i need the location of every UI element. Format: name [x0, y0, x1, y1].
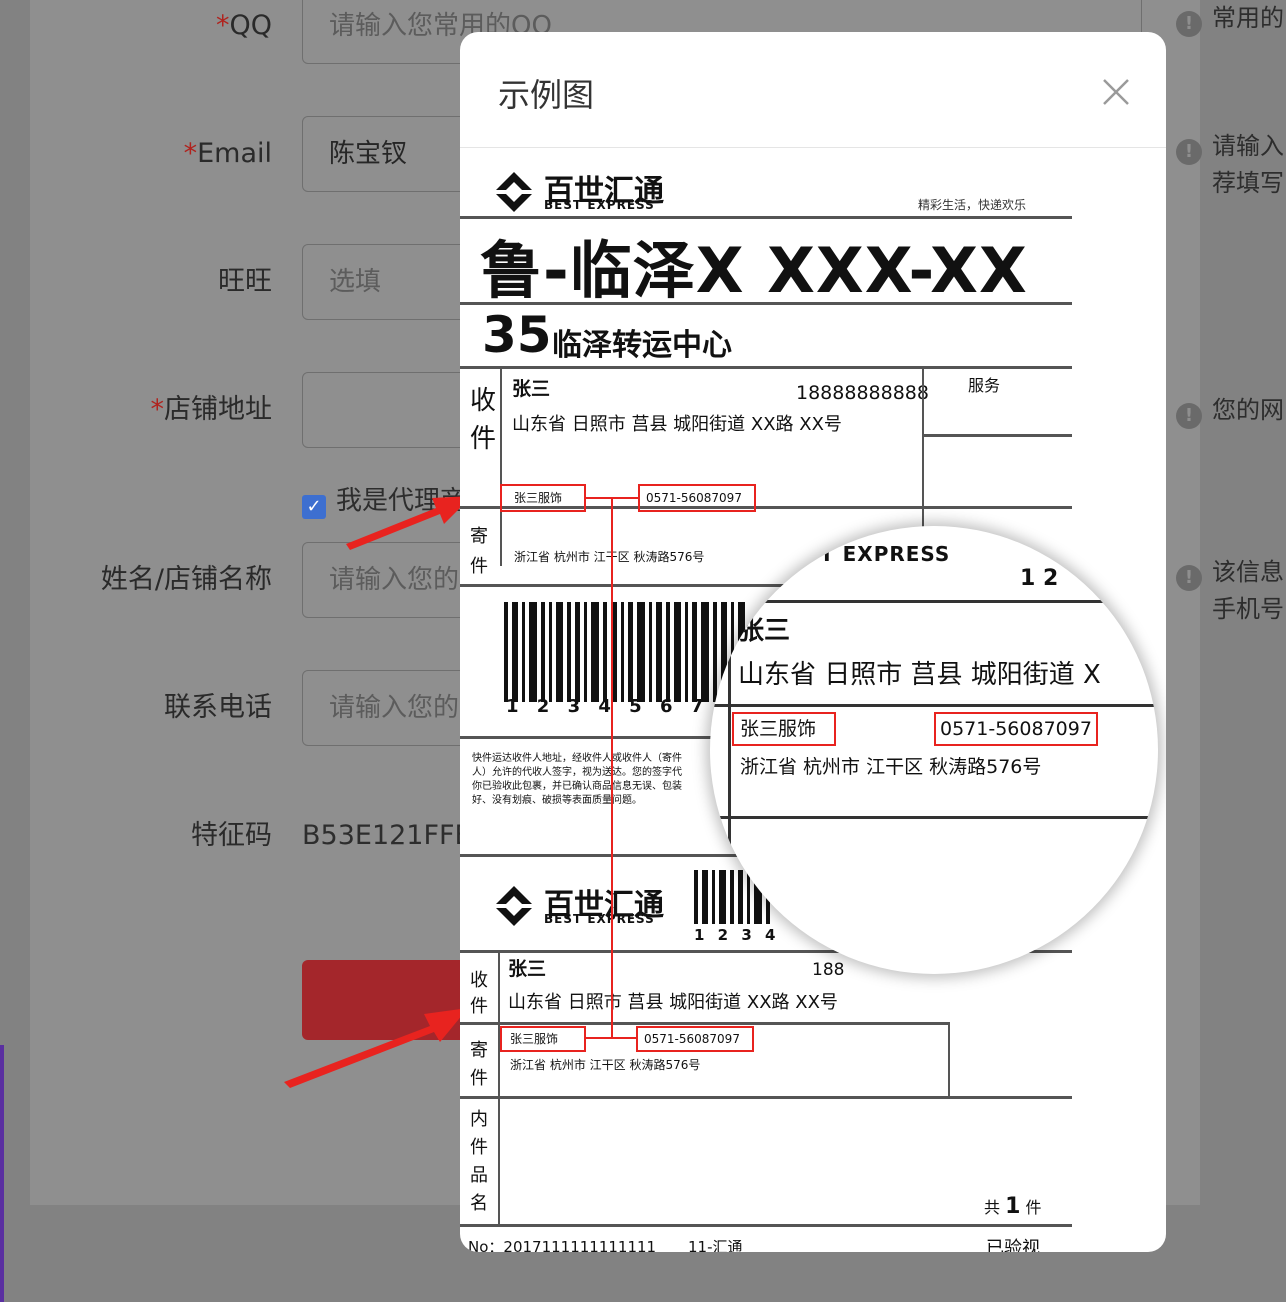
sender-address: 浙江省 杭州市 江干区 秋涛路576号: [510, 1058, 701, 1072]
route-short: 11-汇通: [688, 1238, 743, 1252]
recipient-phone-partial: 188: [812, 960, 845, 980]
slogan: 精彩生活，快递欢乐: [918, 198, 1027, 212]
email-label: *Email: [183, 138, 272, 169]
zoom-header: T EXPRESS: [820, 542, 951, 566]
info-icon: !: [1176, 403, 1202, 429]
zoom-digits: 1 2: [1020, 566, 1059, 591]
name-hint: ! 该信息 手机号: [1176, 554, 1286, 627]
connector-lines: [586, 497, 638, 1039]
store-address-label: *店铺地址: [150, 394, 273, 425]
agent-checkbox-label: 我是代理商: [336, 486, 467, 516]
phone-label: 联系电话: [164, 692, 272, 723]
modal-header: 示例图: [460, 32, 1166, 148]
info-icon: !: [1176, 11, 1202, 37]
service-label: 服务: [968, 376, 1001, 395]
waybill-sample: 百世汇通 BEST EXPRESS 精彩生活，快递欢乐 鲁-临泽X XXX-XX…: [460, 148, 1166, 1252]
info-icon: !: [1176, 139, 1202, 165]
recipient-phone: 18888888888: [796, 382, 929, 404]
agent-checkbox-row[interactable]: ✓ 我是代理商: [302, 480, 467, 519]
inspected-label: 已验视: [986, 1238, 1040, 1252]
magnifier-zoom: T EXPRESS 1 2 张三 山东省 日照市 莒县 城阳街道 X 张三服饰 …: [710, 526, 1158, 974]
zoom-recipient-address: 山东省 日照市 莒县 城阳街道 X: [738, 660, 1101, 690]
checkbox-checked-icon[interactable]: ✓: [302, 495, 326, 519]
wangwang-label: 旺旺: [218, 266, 272, 297]
item-count: 共 1 件: [984, 1194, 1042, 1219]
close-icon[interactable]: [1100, 76, 1132, 108]
feature-code-value: B53E121FFE: [302, 820, 472, 851]
feature-code-label: 特征码: [191, 820, 272, 851]
name-label: 姓名/店铺名称: [100, 564, 272, 595]
serial-number: No：2017111111111111: [468, 1238, 657, 1252]
sidebar-edge: [0, 1045, 4, 1302]
zoom-sender-name-highlight: 张三服饰: [732, 712, 836, 746]
zoom-recipient-name: 张三: [738, 616, 791, 646]
modal-title: 示例图: [498, 76, 595, 114]
info-icon: !: [1176, 565, 1202, 591]
email-hint: ! 请输入 荐填写: [1176, 128, 1286, 201]
send-label: 件: [470, 1068, 488, 1089]
qq-hint: ! 常用的: [1176, 0, 1286, 37]
example-modal: 示例图 百世汇通 BEST EXPRESS 精彩生活，快递欢乐 鲁-临泽X XX…: [460, 32, 1166, 1252]
zoom-sender-phone-highlight: 0571-56087097: [934, 712, 1098, 746]
contents-label: 内件品名: [470, 1109, 488, 1214]
qq-label: *QQ: [215, 10, 272, 41]
zoom-sender-address: 浙江省 杭州市 江干区 秋涛路576号: [740, 756, 1042, 778]
store-address-hint: ! 您的网: [1176, 392, 1286, 429]
